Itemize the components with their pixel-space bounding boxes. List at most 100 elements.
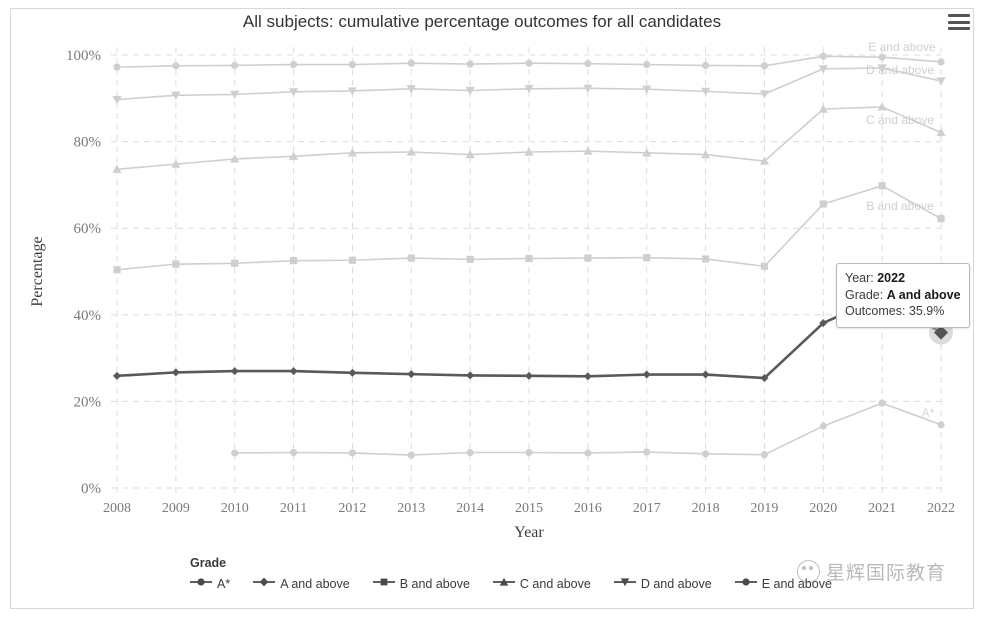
diamond-marker-icon xyxy=(253,575,276,592)
series-point xyxy=(819,52,827,60)
series-point xyxy=(701,255,710,263)
tooltip-outcomes-value: 35.9% xyxy=(908,304,945,318)
series-point xyxy=(231,449,239,457)
series-point xyxy=(701,450,710,458)
series-point xyxy=(289,448,298,457)
series-point xyxy=(642,370,651,379)
series-point xyxy=(819,200,827,208)
x-tick-label: 2019 xyxy=(750,501,778,516)
series-point xyxy=(584,254,592,262)
series-point xyxy=(289,367,298,376)
series-point xyxy=(289,257,298,265)
series-end-label: E and above xyxy=(868,40,936,54)
legend-item-label: D and above xyxy=(640,576,712,591)
series-point xyxy=(878,182,886,190)
series-point xyxy=(937,215,945,223)
series-point xyxy=(643,254,651,262)
tooltip-outcomes-row: Outcomes: 35.9% xyxy=(845,303,961,320)
series-point xyxy=(231,259,239,267)
triangle-down-marker-icon xyxy=(613,575,636,592)
series-end-label: B and above xyxy=(866,199,934,213)
legend-title: Grade xyxy=(190,556,227,570)
series-point xyxy=(643,448,651,456)
series-point xyxy=(583,372,592,381)
series-point xyxy=(231,61,239,69)
series-point xyxy=(936,127,946,137)
chart-app: All subjects: cumulative percentage outc… xyxy=(0,0,984,617)
series-point xyxy=(113,266,121,274)
x-tick-label: 2013 xyxy=(397,501,425,516)
series-point xyxy=(819,422,827,430)
legend-item-label: C and above xyxy=(519,576,591,591)
x-tick-label: 2009 xyxy=(162,501,190,516)
series-point xyxy=(525,448,533,457)
y-tick-label: 20% xyxy=(74,394,102,410)
series-point xyxy=(348,449,357,457)
legend-item-d-and-above[interactable]: D and above xyxy=(613,575,712,592)
series-point xyxy=(760,451,769,459)
series-point xyxy=(348,368,357,377)
y-axis-title: Percentage xyxy=(29,236,46,306)
legend-item-label: A and above xyxy=(280,576,350,591)
x-tick-label: 2008 xyxy=(103,501,131,516)
x-tick-label: 2016 xyxy=(574,501,602,516)
series-point xyxy=(878,53,886,61)
x-tick-label: 2020 xyxy=(809,501,837,516)
x-tick-label: 2012 xyxy=(338,501,366,516)
series-point xyxy=(466,448,474,457)
x-tick-label: 2017 xyxy=(633,501,661,516)
series-point xyxy=(466,255,474,263)
series-point xyxy=(936,77,946,86)
legend-item-label: E and above xyxy=(761,576,832,591)
x-axis-title: Year xyxy=(514,524,544,541)
legend-item-e-and-above[interactable]: E and above xyxy=(734,575,832,592)
x-tick-label: 2018 xyxy=(692,501,720,516)
circle-marker-icon xyxy=(190,575,212,592)
series-point xyxy=(230,367,239,376)
chart-legend: Grade A* A and above B and above C and a… xyxy=(190,556,832,592)
x-tick-label: 2021 xyxy=(868,501,896,516)
circle-marker-icon xyxy=(734,575,757,592)
legend-item-a[interactable]: A* xyxy=(190,575,230,592)
series-end-label: C and above xyxy=(866,113,934,127)
y-tick-label: 40% xyxy=(74,308,102,324)
y-tick-label: 60% xyxy=(74,221,102,237)
legend-item-label: A* xyxy=(217,576,231,591)
tooltip-year-value: 2022 xyxy=(877,271,906,285)
series-point xyxy=(407,59,415,67)
series-point xyxy=(525,371,533,380)
x-tick-label: 2015 xyxy=(515,501,543,516)
watermark-text: 星辉国际教育 xyxy=(826,562,947,584)
series-point xyxy=(407,254,415,262)
series-point xyxy=(466,371,475,380)
series-point xyxy=(878,399,886,407)
series-point xyxy=(113,371,121,380)
series-point xyxy=(937,58,945,66)
series-point xyxy=(701,61,710,69)
series-point xyxy=(760,62,769,70)
series-point xyxy=(643,60,651,69)
series-point xyxy=(289,60,298,69)
square-marker-icon xyxy=(372,575,395,592)
legend-item-b-and-above[interactable]: B and above xyxy=(372,575,470,592)
series-point xyxy=(937,421,945,429)
tooltip-year-row: Year: 2022 xyxy=(845,270,961,287)
series-point xyxy=(407,370,416,379)
series-point xyxy=(348,256,357,264)
series-point xyxy=(113,63,121,71)
series-point xyxy=(584,60,592,68)
x-tick-label: 2022 xyxy=(927,501,955,516)
triangle-up-marker-icon xyxy=(492,575,515,592)
legend-item-c-and-above[interactable]: C and above xyxy=(492,575,591,592)
y-tick-label: 80% xyxy=(74,135,102,151)
series-point xyxy=(407,451,415,459)
series-end-label: A* xyxy=(922,406,935,420)
series-point xyxy=(525,254,533,263)
x-tick-label: 2014 xyxy=(456,501,484,516)
tooltip-outcomes-label: Outcomes: xyxy=(845,304,906,318)
legend-item-a-and-above[interactable]: A and above xyxy=(253,575,350,592)
x-tick-label: 2010 xyxy=(221,501,249,516)
series-point xyxy=(348,60,357,69)
x-tick-label: 2011 xyxy=(280,501,307,516)
series-point xyxy=(171,368,180,377)
